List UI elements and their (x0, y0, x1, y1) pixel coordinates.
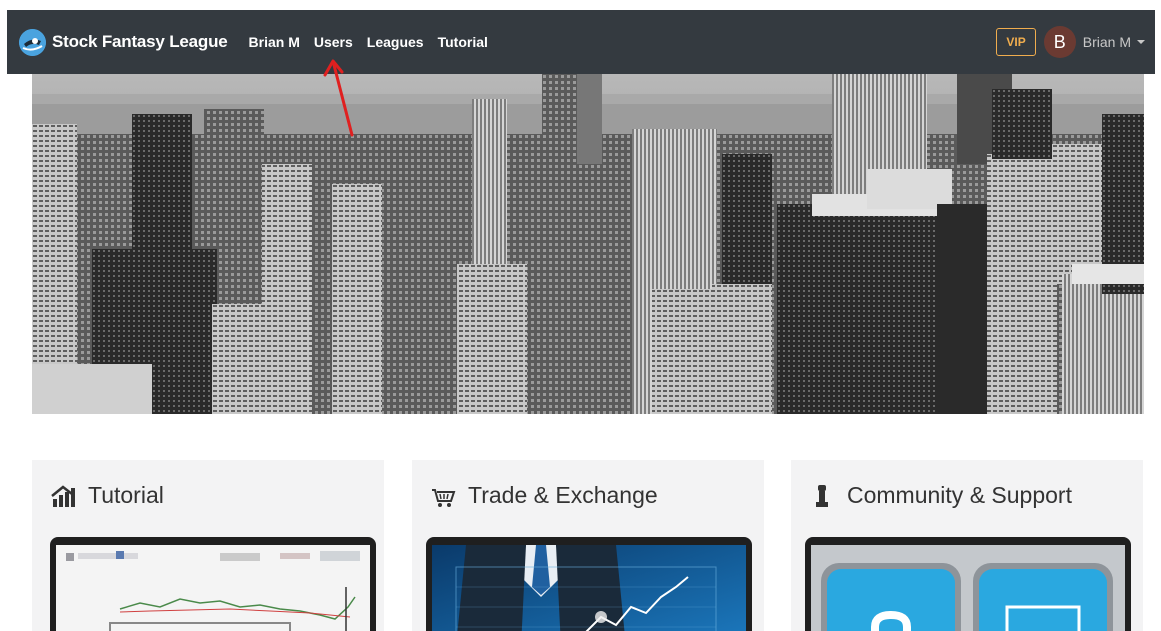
card-tutorial[interactable]: Tutorial (32, 460, 384, 631)
nav-link-tutorial[interactable]: Tutorial (438, 34, 488, 50)
nav-links: Brian M Users Leagues Tutorial (249, 34, 502, 50)
vip-button[interactable]: VIP (996, 28, 1036, 56)
card-title-trade: Trade & Exchange (430, 482, 658, 509)
nav-link-profile[interactable]: Brian M (249, 34, 300, 50)
brand-name: Stock Fantasy League (52, 32, 228, 51)
caret-down-icon (1137, 40, 1145, 44)
nav-right: VIP B Brian M (996, 26, 1145, 58)
shopping-cart-icon (432, 488, 456, 507)
brand-logo-icon (19, 28, 46, 56)
card-title-text: Trade & Exchange (468, 482, 658, 508)
card-community-support[interactable]: Community & Support (791, 460, 1143, 631)
user-menu-dropdown[interactable]: Brian M (1083, 34, 1145, 50)
hero-image (32, 74, 1144, 414)
card-image-tutorial (50, 537, 376, 631)
chart-bars-icon (51, 484, 75, 507)
user-name: Brian M (1082, 34, 1131, 50)
card-title-tutorial: Tutorial (50, 482, 164, 509)
card-trade-exchange[interactable]: Trade & Exchange (412, 460, 764, 631)
card-image-trade (426, 537, 752, 631)
nav-link-leagues[interactable]: Leagues (367, 34, 424, 50)
nav-link-users[interactable]: Users (314, 34, 353, 50)
card-title-community: Community & Support (809, 482, 1072, 509)
annotation-arrow (323, 59, 354, 137)
chess-rook-icon (816, 484, 828, 507)
top-strip (0, 0, 1161, 10)
card-image-community (805, 537, 1131, 631)
brand-link[interactable]: Stock Fantasy League (19, 28, 228, 56)
avatar[interactable]: B (1043, 26, 1076, 58)
navbar: Stock Fantasy League Brian M Users Leagu… (7, 10, 1155, 74)
card-title-text: Community & Support (847, 482, 1072, 508)
card-title-text: Tutorial (88, 482, 164, 508)
